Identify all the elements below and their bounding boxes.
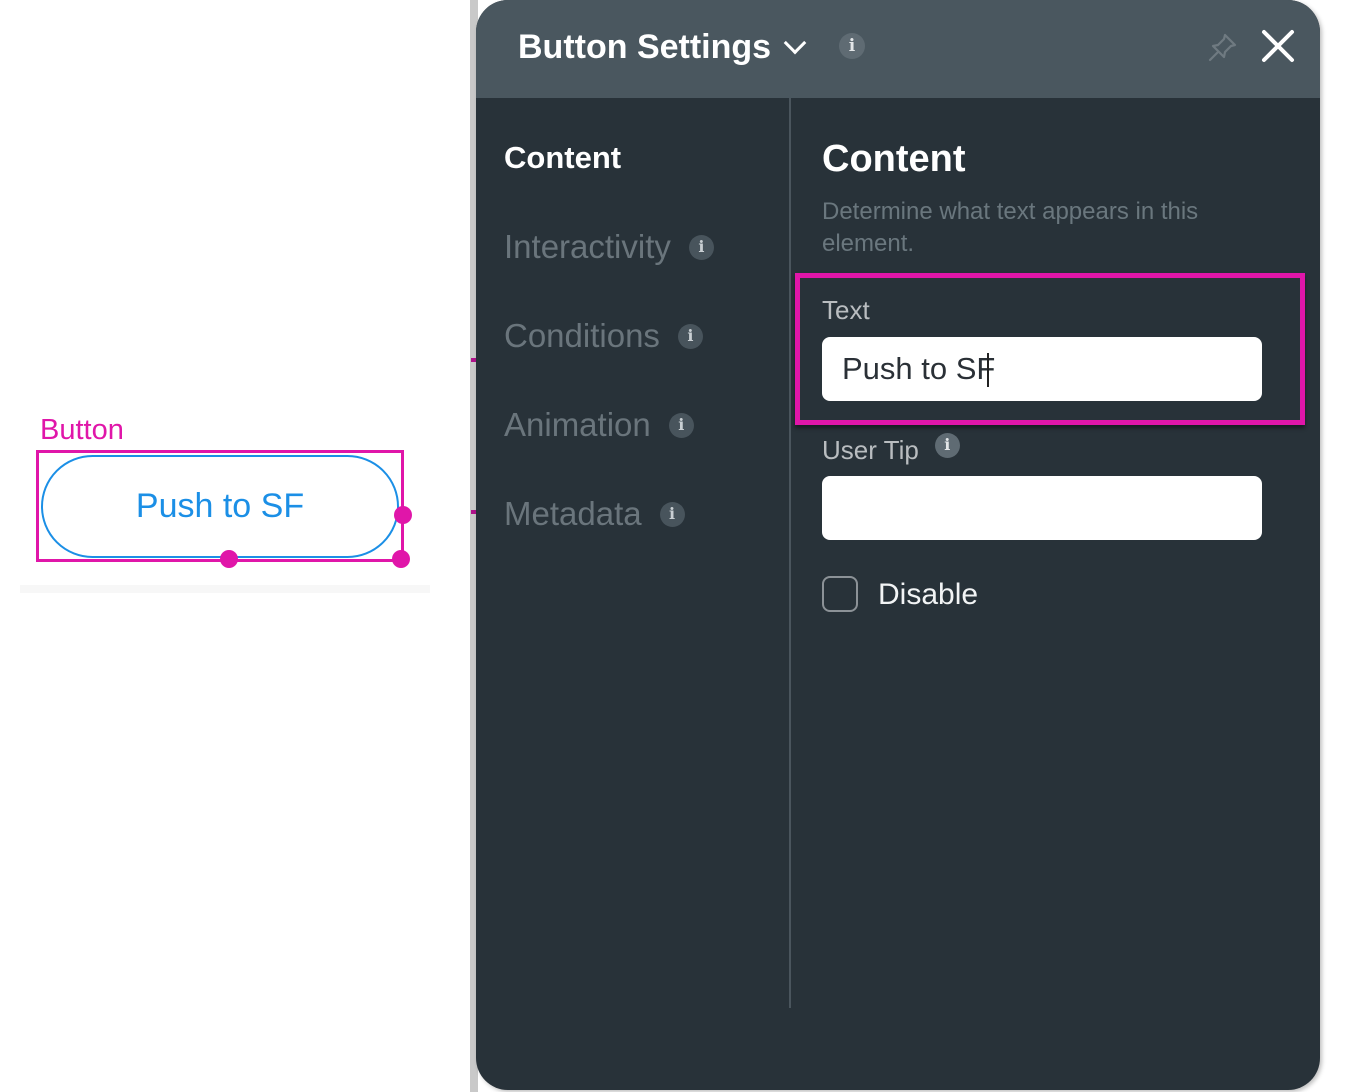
panel-title-dropdown[interactable]: Button Settings [518, 24, 807, 70]
info-icon[interactable]: i [688, 234, 714, 260]
disable-checkbox-label[interactable]: Disable [878, 576, 978, 614]
preview-button[interactable]: Push to SF [41, 455, 399, 558]
info-icon[interactable]: i [839, 33, 865, 59]
text-input[interactable] [822, 337, 1262, 401]
nav-item-animation[interactable]: Animation i [504, 405, 694, 445]
info-icon[interactable]: i [659, 501, 685, 527]
user-tip-field-label: User Tip i [822, 432, 960, 466]
pin-icon[interactable] [1206, 30, 1240, 64]
nav-item-label: Content [504, 140, 622, 175]
button-settings-panel: Button Settings i Content Interactivity … [476, 0, 1320, 1090]
info-icon[interactable]: i [668, 412, 694, 438]
resize-handle-right[interactable] [394, 506, 412, 524]
selected-element-tag: Button [40, 414, 124, 446]
nav-item-label: Animation [504, 406, 651, 443]
resize-handle-bottom[interactable] [220, 550, 238, 568]
nav-item-label: Conditions [504, 317, 660, 354]
nav-item-conditions[interactable]: Conditions i [504, 316, 703, 356]
panel-header: Button Settings i [476, 0, 1320, 98]
nav-item-metadata[interactable]: Metadata i [504, 494, 685, 534]
panel-divider [789, 98, 791, 1008]
resize-handle-corner[interactable] [392, 550, 410, 568]
canvas-row-background [20, 585, 430, 593]
text-caret [987, 353, 989, 387]
user-tip-input[interactable] [822, 476, 1262, 540]
nav-item-content[interactable]: Content [504, 138, 621, 178]
nav-item-label: Interactivity [504, 228, 671, 265]
user-tip-label: User Tip [822, 435, 919, 465]
panel-title: Button Settings [518, 28, 772, 66]
nav-item-interactivity[interactable]: Interactivity i [504, 227, 714, 267]
close-icon[interactable] [1260, 28, 1296, 64]
disable-checkbox[interactable] [822, 576, 858, 612]
text-field-label: Text [822, 294, 870, 326]
chevron-down-icon [783, 31, 807, 55]
preview-button-label: Push to SF [135, 487, 305, 525]
section-title: Content [822, 138, 966, 180]
text-label: Text [822, 295, 870, 325]
info-icon[interactable]: i [934, 432, 960, 458]
nav-item-label: Metadata [504, 495, 642, 532]
info-icon[interactable]: i [677, 323, 703, 349]
section-description: Determine what text appears in this elem… [822, 198, 1199, 257]
